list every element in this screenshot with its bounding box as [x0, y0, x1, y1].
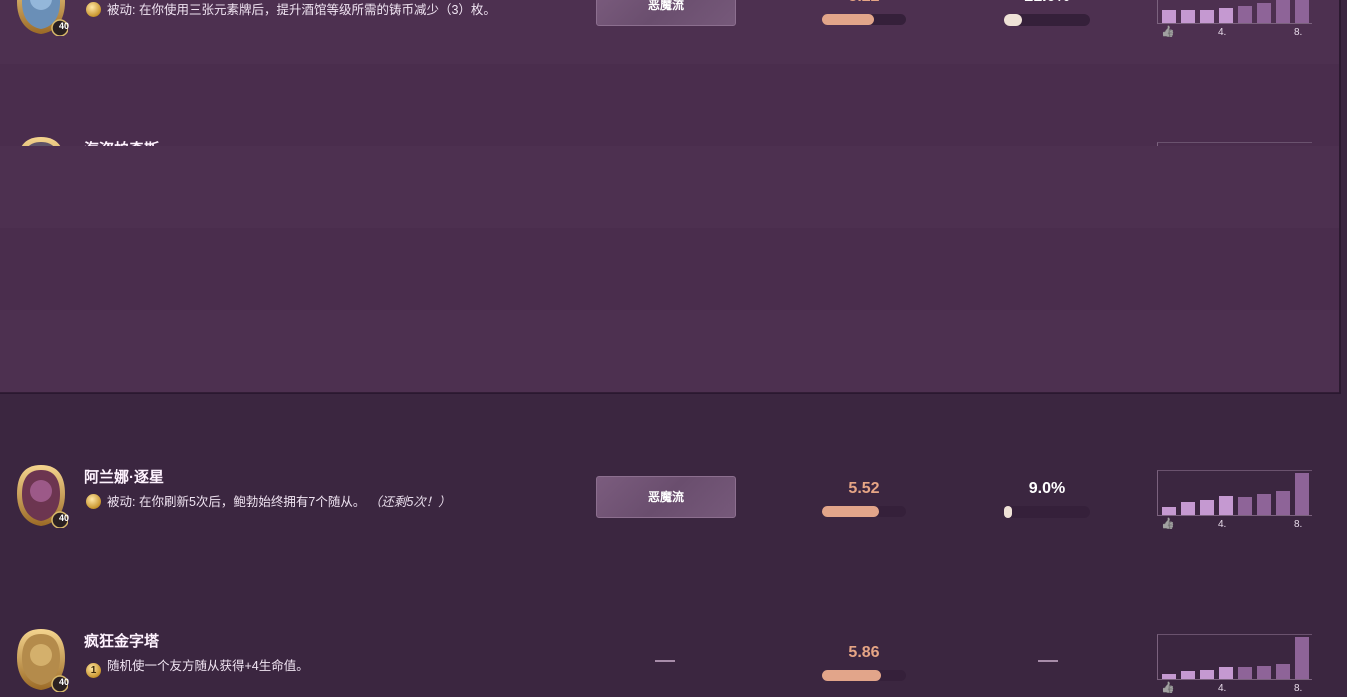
- comp-tag-button[interactable]: 恶魔流: [596, 0, 736, 26]
- coin-icon: [86, 2, 101, 17]
- score-bar: [822, 14, 906, 25]
- distribution-bar: [1295, 637, 1309, 679]
- coin-icon: 1: [86, 663, 101, 678]
- distribution-bar: [1200, 10, 1214, 23]
- score-bar: [822, 670, 906, 681]
- description-note: （还剩5次！）: [365, 495, 451, 509]
- pick-rate-value: 9.0%: [1028, 480, 1066, 497]
- armor-value: 40: [58, 513, 69, 523]
- avg-placement-score: 5.22: [822, 0, 906, 6]
- pick-rate-empty-dash: [1038, 660, 1058, 662]
- thumbs-up-icon[interactable]: 👍: [1161, 517, 1175, 530]
- description-text: 随机使一个友方随从获得+4生命值。: [107, 659, 309, 673]
- placement-distribution-chart[interactable]: [1157, 470, 1312, 516]
- chart-tick-label: 4.: [1218, 519, 1227, 530]
- distribution-bar: [1181, 9, 1195, 23]
- hero-row[interactable]: 40 疯狂金字塔 1 随机使一个友方随从获得+4生命值。 5.86 👍 4. 8.: [0, 310, 1339, 694]
- hero-name: 阿兰娜·逐星: [84, 469, 164, 486]
- distribution-bar: [1219, 495, 1233, 515]
- hero-row[interactable]: 40 阿兰娜·逐星被动: 在你刷新5次后，鲍勃始终拥有7个随从。 （还剩5次！） 恶…: [0, 228, 1339, 530]
- distribution-bar: [1276, 491, 1290, 515]
- hero-power-description: 被动: 在你使用三张元素牌后，提升酒馆等级所需的铸币减少（3）枚。: [86, 0, 556, 20]
- avg-placement-score: 5.52: [848, 480, 880, 497]
- hero-power-description: 1 随机使一个友方随从获得+4生命值。: [86, 656, 556, 678]
- thumbs-up-icon[interactable]: 👍: [1161, 681, 1175, 694]
- hero-row[interactable]: 40齐恩瓦拉被动: 在你使用三张元素牌后，提升酒馆等级所需的铸币减少（3）枚。恶…: [0, 0, 1339, 65]
- distribution-bar: [1162, 673, 1176, 679]
- distribution-bar: [1257, 494, 1271, 515]
- description-text: 被动: 在你使用三张元素牌后，提升酒馆等级所需的铸币减少（3）枚。: [107, 3, 496, 17]
- distribution-bar: [1181, 502, 1195, 515]
- avg-placement-score: 5.86: [848, 644, 880, 661]
- distribution-bar: [1238, 496, 1252, 515]
- distribution-bar: [1238, 667, 1252, 679]
- pick-rate-bar-fill: [1004, 506, 1012, 518]
- distribution-bar: [1276, 663, 1290, 679]
- chart-tick-label: 8.: [1294, 519, 1303, 530]
- score-bar-fill: [822, 14, 875, 25]
- distribution-bar: [1162, 507, 1176, 515]
- hero-name: 疯狂金字塔: [84, 633, 160, 650]
- hero-row[interactable]: 40海盗帕奇斯3获得一个海盗。在你购买一个海盗后，你的下一个英雄技能消耗减少（1…: [0, 64, 1339, 203]
- score-bar-fill: [822, 670, 881, 681]
- armor-value: 40: [58, 21, 69, 31]
- distribution-bar: [1162, 9, 1176, 23]
- distribution-bar: [1295, 0, 1309, 23]
- comp-tag-button[interactable]: 恶魔流: [596, 476, 736, 518]
- chart-tick-label: 4.: [1218, 683, 1227, 694]
- distribution-bar: [1200, 669, 1214, 679]
- armor-value: 40: [58, 677, 69, 687]
- distribution-bar: [1219, 8, 1233, 23]
- chart-tick-label: 4.: [1218, 27, 1227, 38]
- pick-rate-bar-fill: [1004, 14, 1023, 26]
- placement-distribution-chart[interactable]: [1157, 634, 1312, 680]
- distribution-bar: [1257, 666, 1271, 679]
- pick-rate-bar: [1004, 14, 1090, 26]
- coin-icon: [86, 494, 101, 509]
- distribution-bar: [1181, 671, 1195, 679]
- distribution-bar: [1257, 2, 1271, 23]
- chart-tick-label: 8.: [1294, 683, 1303, 694]
- score-bar-fill: [822, 506, 880, 517]
- thumbs-up-icon[interactable]: 👍: [1161, 25, 1175, 38]
- placement-distribution-chart[interactable]: [1157, 0, 1312, 24]
- distribution-bar: [1238, 6, 1252, 23]
- chart-tick-label: 8.: [1294, 27, 1303, 38]
- description-text: 被动: 在你刷新5次后，鲍勃始终拥有7个随从。: [107, 495, 366, 509]
- distribution-bar: [1295, 473, 1309, 515]
- tag-empty-dash: [655, 660, 675, 662]
- distribution-bar: [1219, 667, 1233, 679]
- distribution-bar: [1200, 499, 1214, 515]
- score-bar: [822, 506, 906, 517]
- pick-rate-value: 21.0%: [1004, 0, 1090, 6]
- hero-row[interactable]: 40萨鲁法尔大王1在本回合中，使你购买的下一个随从获得+2攻击力。 （每回合都会…: [0, 146, 1339, 366]
- pick-rate-bar: [1004, 506, 1090, 518]
- hero-power-description: 被动: 在你刷新5次后，鲍勃始终拥有7个随从。 （还剩5次！）: [86, 492, 556, 512]
- distribution-bar: [1276, 0, 1290, 23]
